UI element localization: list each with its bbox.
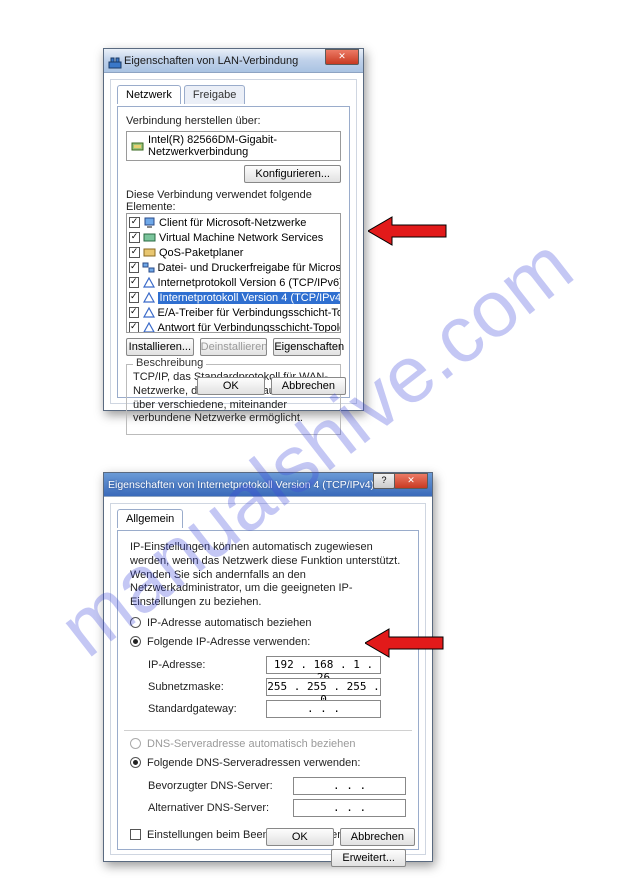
alternate-dns-input[interactable]: . . . xyxy=(293,799,406,817)
list-item[interactable]: QoS-Paketplaner xyxy=(129,245,338,260)
radio-icon xyxy=(130,738,141,749)
adapter-box: Intel(R) 82566DM-Gigabit-Netzwerkverbind… xyxy=(126,131,341,161)
radio-manual-dns[interactable]: Folgende DNS-Serveradressen verwenden: xyxy=(130,757,406,769)
cancel-button[interactable]: Abbrechen xyxy=(340,828,415,846)
list-item-label: Internetprotokoll Version 6 (TCP/IPv6) xyxy=(158,277,341,289)
titlebar: Eigenschaften von Internetprotokoll Vers… xyxy=(104,473,432,497)
subnet-mask-label: Subnetzmaske: xyxy=(148,681,258,693)
list-item-label: QoS-Paketplaner xyxy=(159,247,243,259)
items-label: Diese Verbindung verwendet folgende Elem… xyxy=(126,189,341,213)
checkbox-icon[interactable] xyxy=(129,262,139,273)
checkbox-icon[interactable] xyxy=(129,322,139,333)
protocol-icon xyxy=(142,306,155,319)
list-item-label: Internetprotokoll Version 4 (TCP/IPv4) xyxy=(158,292,341,304)
adapter-name: Intel(R) 82566DM-Gigabit-Netzwerkverbind… xyxy=(148,134,336,158)
connect-using-label: Verbindung herstellen über: xyxy=(126,115,341,127)
share-icon xyxy=(142,261,155,274)
list-item[interactable]: Antwort für Verbindungsschicht-Topologie… xyxy=(129,320,338,333)
ip-address-input[interactable]: 192 . 168 . 1 . 26 xyxy=(266,656,381,674)
qos-icon xyxy=(143,246,156,259)
list-item[interactable]: E/A-Treiber für Verbindungsschicht-Topol… xyxy=(129,305,338,320)
subnet-mask-input[interactable]: 255 . 255 . 255 . 0 xyxy=(266,678,381,696)
checkbox-icon[interactable] xyxy=(129,247,140,258)
protocol-icon xyxy=(142,321,155,333)
ip-address-label: IP-Adresse: xyxy=(148,659,258,671)
app-icon xyxy=(108,56,122,70)
tab-network[interactable]: Netzwerk xyxy=(117,85,181,104)
uninstall-button: Deinstallieren xyxy=(200,338,268,356)
gateway-label: Standardgateway: xyxy=(148,703,258,715)
ok-button[interactable]: OK xyxy=(197,377,265,395)
list-item-label: Datei- und Druckerfreigabe für Microsoft… xyxy=(158,262,341,274)
help-button[interactable]: ? xyxy=(373,473,395,489)
checkbox-icon[interactable] xyxy=(129,232,140,243)
tab-general[interactable]: Allgemein xyxy=(117,509,183,528)
nic-icon xyxy=(131,140,144,153)
radio-label: IP-Adresse automatisch beziehen xyxy=(147,617,311,629)
lan-properties-dialog: Eigenschaften von LAN-Verbindung ✕ Netzw… xyxy=(103,48,364,411)
advanced-button[interactable]: Erweitert... xyxy=(331,849,406,867)
list-item[interactable]: Datei- und Druckerfreigabe für Microsoft… xyxy=(129,260,338,275)
dialog-title: Eigenschaften von LAN-Verbindung xyxy=(124,55,298,67)
close-button[interactable]: ✕ xyxy=(325,49,359,65)
list-item[interactable]: Client für Microsoft-Netzwerke xyxy=(129,215,338,230)
protocol-list[interactable]: Client für Microsoft-Netzwerke Virtual M… xyxy=(126,213,341,333)
tab-sharing[interactable]: Freigabe xyxy=(184,85,245,104)
radio-icon[interactable] xyxy=(130,636,141,647)
radio-label: Folgende IP-Adresse verwenden: xyxy=(147,636,310,648)
radio-icon[interactable] xyxy=(130,757,141,768)
install-button[interactable]: Installieren... xyxy=(126,338,194,356)
list-item[interactable]: Virtual Machine Network Services xyxy=(129,230,338,245)
instruction-text: IP-Einstellungen können automatisch zuge… xyxy=(130,541,406,610)
preferred-dns-label: Bevorzugter DNS-Server: xyxy=(148,780,285,792)
checkbox-icon[interactable] xyxy=(129,307,139,318)
checkbox-icon[interactable] xyxy=(129,217,140,228)
cancel-button[interactable]: Abbrechen xyxy=(271,377,346,395)
list-item-label: E/A-Treiber für Verbindungsschicht-Topol… xyxy=(158,307,341,319)
list-item[interactable]: Internetprotokoll Version 6 (TCP/IPv6) xyxy=(129,275,338,290)
preferred-dns-input[interactable]: . . . xyxy=(293,777,406,795)
radio-icon[interactable] xyxy=(130,617,141,628)
list-item-selected[interactable]: Internetprotokoll Version 4 (TCP/IPv4) xyxy=(129,290,338,305)
properties-button[interactable]: Eigenschaften xyxy=(273,338,341,356)
description-title: Beschreibung xyxy=(133,357,206,369)
service-icon xyxy=(143,231,156,244)
titlebar: Eigenschaften von LAN-Verbindung ✕ xyxy=(104,49,363,73)
radio-auto-dns: DNS-Serveradresse automatisch beziehen xyxy=(130,738,406,750)
client-icon xyxy=(143,216,156,229)
list-item-label: Antwort für Verbindungsschicht-Topologie… xyxy=(158,322,341,334)
radio-label: DNS-Serveradresse automatisch beziehen xyxy=(147,738,356,750)
dialog-title: Eigenschaften von Internetprotokoll Vers… xyxy=(108,479,374,491)
callout-arrow-2 xyxy=(365,625,445,661)
configure-button[interactable]: Konfigurieren... xyxy=(244,165,341,183)
checkbox-icon[interactable] xyxy=(129,277,139,288)
gateway-input[interactable]: . . . xyxy=(266,700,381,718)
close-button[interactable]: ✕ xyxy=(394,473,428,489)
checkbox-icon[interactable] xyxy=(130,829,141,840)
radio-label: Folgende DNS-Serveradressen verwenden: xyxy=(147,757,360,769)
protocol-icon xyxy=(142,276,155,289)
protocol-icon xyxy=(142,291,155,304)
ok-button[interactable]: OK xyxy=(266,828,334,846)
checkbox-icon[interactable] xyxy=(129,292,139,303)
alternate-dns-label: Alternativer DNS-Server: xyxy=(148,802,285,814)
list-item-label: Virtual Machine Network Services xyxy=(159,232,323,244)
list-item-label: Client für Microsoft-Netzwerke xyxy=(159,217,306,229)
ipv4-properties-dialog: Eigenschaften von Internetprotokoll Vers… xyxy=(103,472,433,862)
callout-arrow-1 xyxy=(368,213,448,249)
